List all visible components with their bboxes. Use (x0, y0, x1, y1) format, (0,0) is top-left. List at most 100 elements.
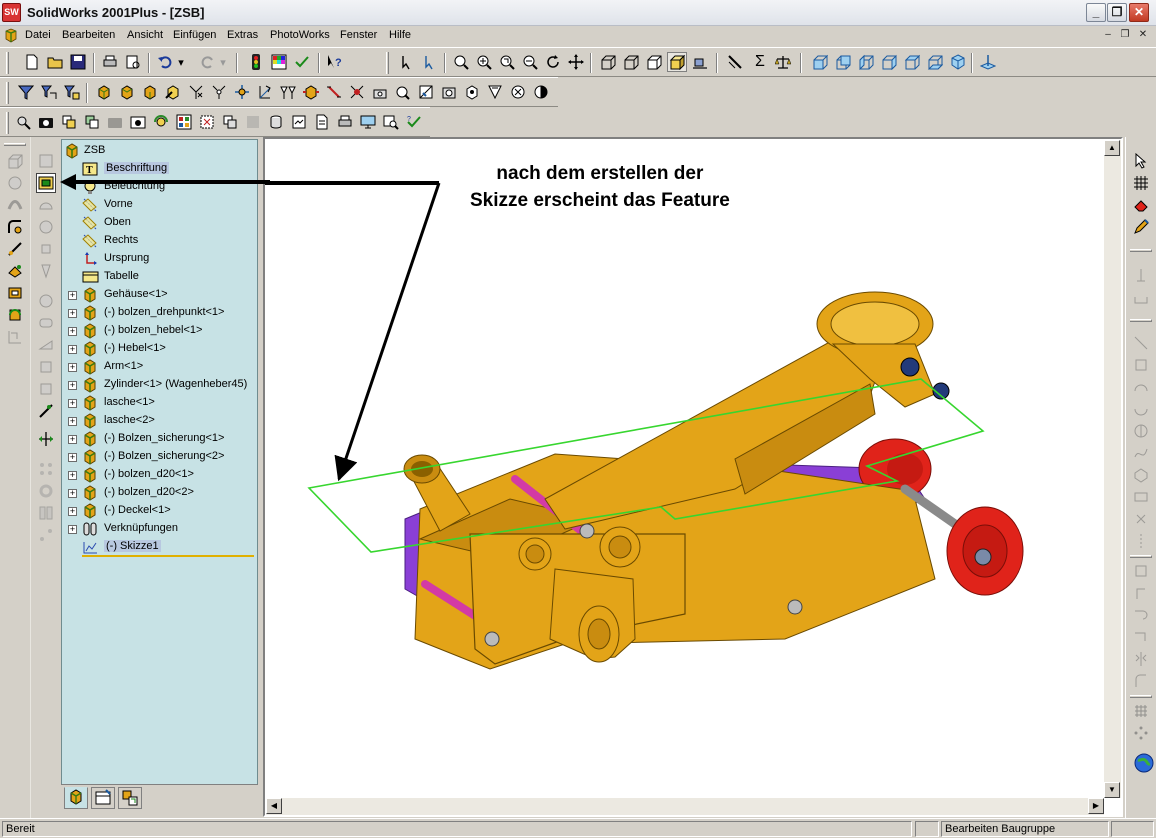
lights-icon[interactable] (151, 112, 171, 132)
thicken-icon[interactable] (36, 335, 56, 355)
zoom-area-icon[interactable] (497, 52, 517, 72)
horizontal-scrollbar[interactable]: ◀ ▶ (266, 798, 1104, 815)
tangent-arc-icon[interactable] (1131, 399, 1151, 419)
tab-property-manager[interactable] (91, 787, 115, 809)
tree-item[interactable]: + (-) Bolzen_sicherung<1> (62, 430, 258, 448)
tree-item[interactable]: (-) Skizze1 (62, 538, 258, 556)
cavity-icon[interactable] (36, 379, 56, 399)
zoom-in-icon[interactable] (474, 52, 494, 72)
linear-pattern-icon[interactable] (36, 459, 56, 479)
assembly-feature-mirror-icon[interactable] (508, 82, 528, 102)
print-icon[interactable] (100, 52, 120, 72)
vertical-scrollbar[interactable]: ▲ ▼ (1104, 140, 1121, 798)
tab-feature-manager[interactable] (64, 787, 88, 809)
scene-icon[interactable] (128, 112, 148, 132)
mdi-close-icon[interactable]: ✕ (1136, 29, 1150, 42)
insert-component-icon[interactable] (94, 82, 114, 102)
materials-icon[interactable] (59, 112, 79, 132)
explode-line-icon[interactable] (324, 82, 344, 102)
document-icon[interactable] (312, 112, 332, 132)
view-top-icon[interactable] (902, 52, 922, 72)
redo-dropdown-icon[interactable]: ▾ (218, 52, 228, 72)
tree-item[interactable]: + (-) Bolzen_sicherung<2> (62, 448, 258, 466)
tree-item[interactable]: ZSB (62, 142, 258, 160)
tree-item[interactable]: + (-) Deckel<1> (62, 502, 258, 520)
component-properties-icon[interactable] (393, 82, 413, 102)
insert-part-feature-icon[interactable] (36, 173, 56, 193)
graphics-viewport[interactable] (263, 137, 1123, 817)
assembly-feature-cut-icon[interactable] (416, 82, 436, 102)
rollback-bar[interactable] (82, 555, 254, 557)
table-pattern-icon[interactable] (36, 525, 56, 545)
hole-icon[interactable] (5, 327, 25, 347)
tree-item[interactable]: Tabelle (62, 268, 258, 286)
extrude-boss-icon[interactable] (5, 151, 25, 171)
dome-icon[interactable] (36, 195, 56, 215)
polygon-icon[interactable] (1131, 465, 1151, 485)
hidden-lines-removed-icon[interactable] (644, 52, 664, 72)
sum-icon[interactable]: Σ (750, 52, 770, 72)
menu-ansicht[interactable]: Ansicht (127, 29, 163, 41)
title-bar[interactable]: SW SolidWorks 2001Plus - [ZSB] _ ❐ ✕ (0, 0, 1156, 26)
scale-icon[interactable] (36, 313, 56, 333)
sketch-circular-pattern-icon[interactable] (1131, 723, 1151, 743)
tree-item[interactable]: + (-) bolzen_d20<1> (62, 466, 258, 484)
tree-item[interactable]: Rechts (62, 232, 258, 250)
tree-item[interactable]: + (-) bolzen_hebel<1> (62, 322, 258, 340)
hole-series-icon[interactable] (370, 82, 390, 102)
expand-icon[interactable]: + (68, 291, 77, 300)
dimension-icon[interactable] (1131, 265, 1151, 285)
camera-disabled-icon[interactable] (105, 112, 125, 132)
mdi-restore-icon[interactable]: ❐ (1118, 29, 1132, 42)
expand-icon[interactable]: + (68, 525, 77, 534)
line-icon[interactable] (1131, 333, 1151, 353)
shell-icon[interactable] (5, 283, 25, 303)
monitor-icon[interactable] (358, 112, 378, 132)
tree-item[interactable]: + Gehäuse<1> (62, 286, 258, 304)
undo-icon[interactable] (155, 52, 175, 72)
expand-icon[interactable]: + (68, 363, 77, 372)
flex-icon[interactable] (36, 217, 56, 237)
filter-edges-icon[interactable] (39, 82, 59, 102)
expand-icon[interactable]: + (68, 417, 77, 426)
view-back-icon[interactable] (833, 52, 853, 72)
options-grid-icon[interactable] (174, 112, 194, 132)
convert-entities-icon[interactable] (1131, 561, 1151, 581)
save-image-icon[interactable] (289, 112, 309, 132)
scroll-up-icon[interactable]: ▲ (1104, 140, 1120, 156)
tree-item[interactable]: + Verknüpfungen (62, 520, 258, 538)
shadows-icon[interactable] (690, 52, 710, 72)
tree-item[interactable]: Vorne (62, 196, 258, 214)
document-assembly-icon[interactable] (4, 28, 18, 43)
mirror-icon[interactable] (1131, 649, 1151, 669)
sketch-pencil-icon[interactable] (1131, 217, 1151, 237)
decals-icon[interactable] (82, 112, 102, 132)
rotate-component-icon[interactable] (255, 82, 275, 102)
interference-detection-icon[interactable] (347, 82, 367, 102)
print-render-icon[interactable] (335, 112, 355, 132)
filter-icon[interactable] (16, 82, 36, 102)
edit-component-icon[interactable] (163, 82, 183, 102)
expand-icon[interactable]: + (68, 327, 77, 336)
photoworks-options-icon[interactable]: ? (404, 112, 424, 132)
expand-icon[interactable]: + (68, 453, 77, 462)
assembly-feature-pattern-icon[interactable] (462, 82, 482, 102)
filter-faces-icon[interactable] (62, 82, 82, 102)
trim-icon[interactable] (1131, 605, 1151, 625)
draft-icon[interactable] (5, 305, 25, 325)
new-document-icon[interactable] (22, 52, 42, 72)
mold-icon[interactable] (36, 357, 56, 377)
view-bottom-icon[interactable] (925, 52, 945, 72)
sketch-pattern-icon[interactable] (1131, 701, 1151, 721)
explode-view-icon[interactable] (301, 82, 321, 102)
relations-icon[interactable] (1131, 287, 1151, 307)
mdi-minimize-icon[interactable]: – (1101, 29, 1115, 42)
render-region-icon[interactable] (197, 112, 217, 132)
save-icon[interactable] (68, 52, 88, 72)
rib-icon[interactable] (5, 261, 25, 281)
mirror-feature-icon[interactable] (36, 503, 56, 523)
globe-icon[interactable] (1134, 753, 1154, 773)
tree-item[interactable]: + (-) bolzen_d20<2> (62, 484, 258, 502)
redo-icon[interactable] (198, 52, 218, 72)
expand-icon[interactable]: + (68, 381, 77, 390)
